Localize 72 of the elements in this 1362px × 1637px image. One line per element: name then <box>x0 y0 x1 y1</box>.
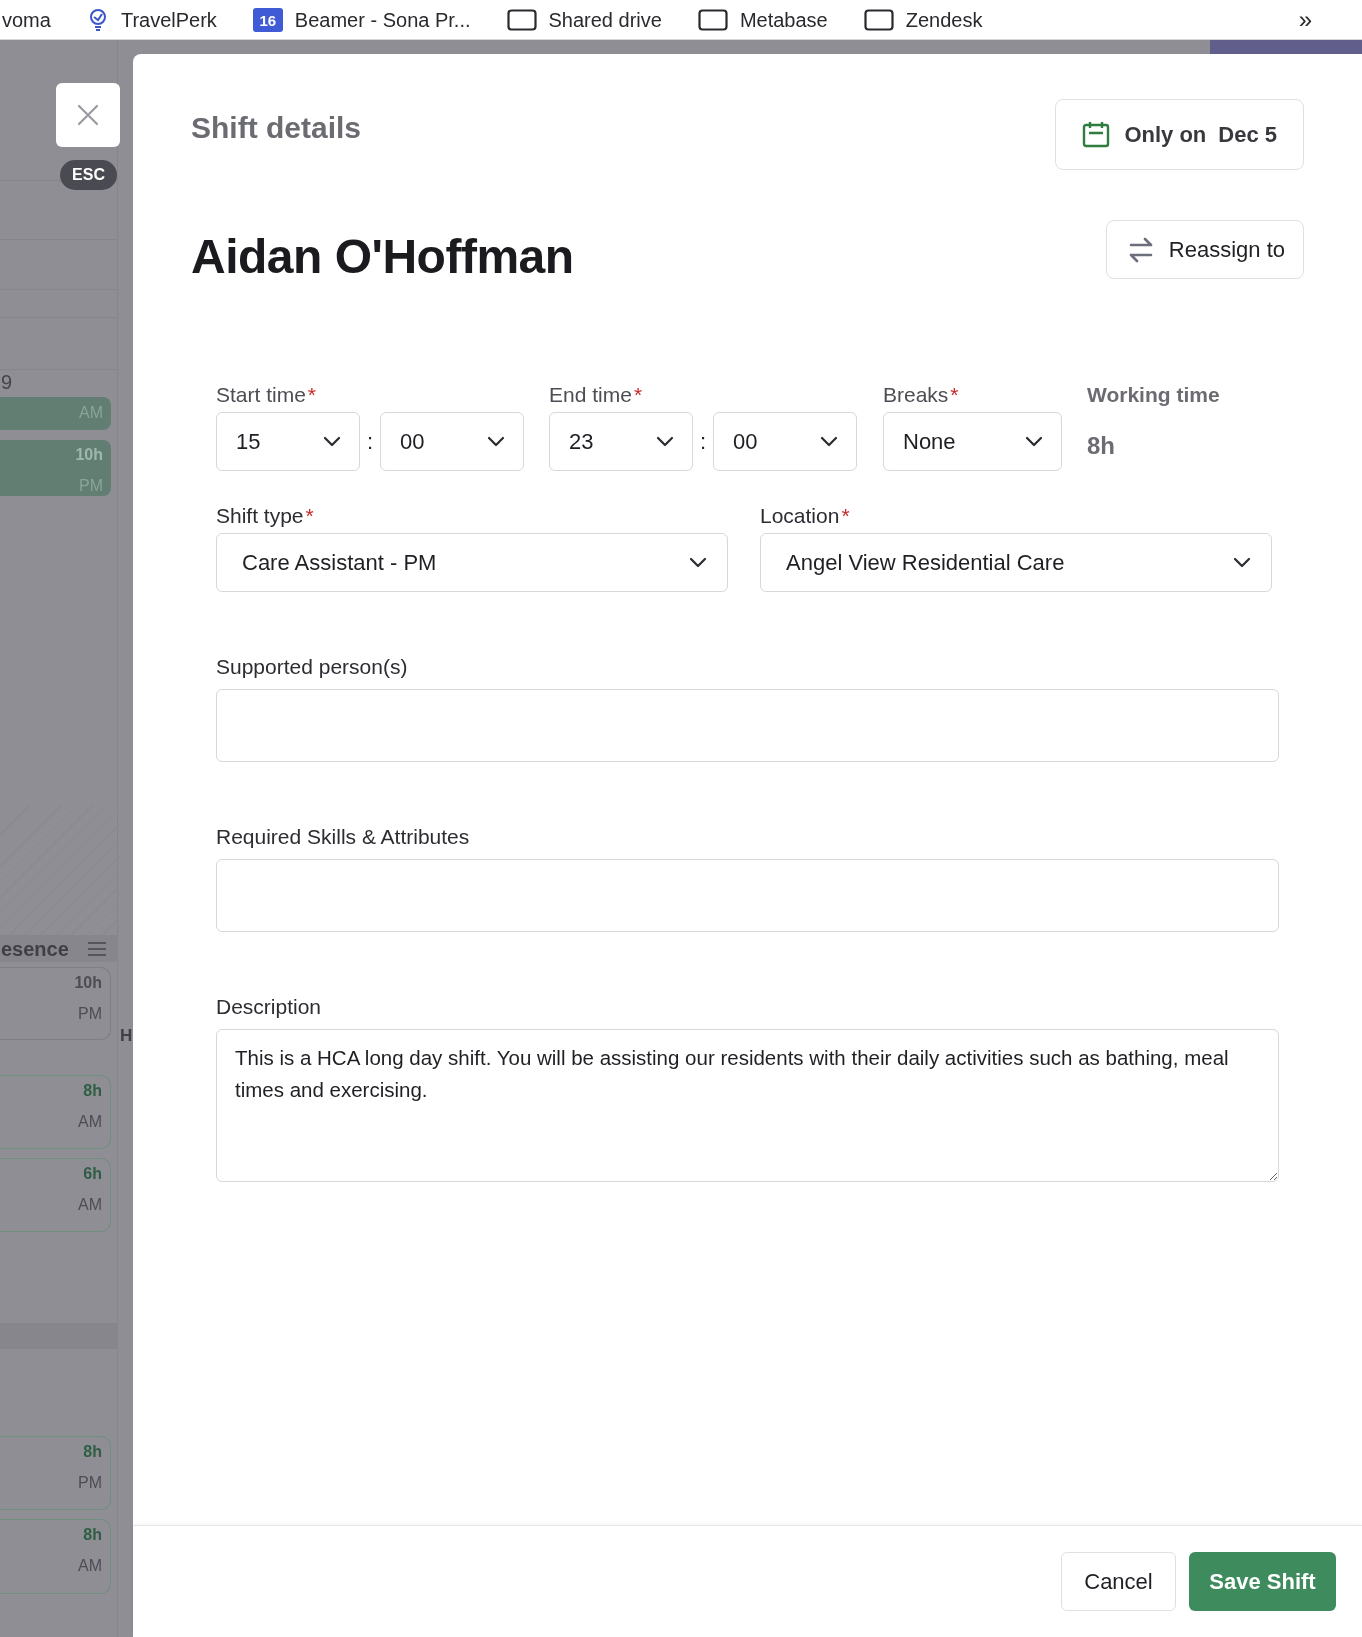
employee-name: Aidan O'Hoffman <box>191 229 574 285</box>
scope-label: Only on <box>1124 121 1207 149</box>
field-label: Breaks <box>883 382 949 406</box>
more-bookmarks-button[interactable]: » <box>1298 1 1312 38</box>
chevron-icon <box>323 435 341 447</box>
field-label: Shift type <box>216 503 304 527</box>
row-number: 9 <box>1 371 13 393</box>
bookmark-label[interactable]: Zendesk <box>905 4 983 35</box>
field-label: Required Skills & Attributes <box>216 824 470 848</box>
shift-hours: 10h <box>74 445 103 465</box>
minute-select[interactable]: 00 <box>713 411 857 471</box>
field-label: Working time <box>1087 382 1220 406</box>
chevron-icon <box>1233 556 1251 568</box>
close-button[interactable] <box>56 83 120 147</box>
shift-hours: 10h <box>73 973 102 993</box>
field-label: Description <box>216 994 322 1018</box>
time-separator: : <box>698 427 708 456</box>
bookmark-label[interactable]: voma <box>2 4 51 35</box>
shift-hours: 6h <box>82 1164 102 1184</box>
chevron-icon <box>656 435 674 447</box>
calendar-icon <box>1082 121 1111 148</box>
required-mark: * <box>307 382 317 406</box>
time-separator: : <box>365 427 375 456</box>
required-mark: * <box>841 503 850 527</box>
cancel-button[interactable]: Cancel <box>1061 1552 1176 1611</box>
hour-select[interactable]: 15 <box>216 411 360 471</box>
folder-icon <box>697 8 728 31</box>
field-label: End time <box>549 382 632 406</box>
reassign-button[interactable]: Reassign to <box>1105 220 1304 279</box>
shift-type-select[interactable]: Care Assistant - PM <box>216 532 728 592</box>
bookmark-label[interactable]: TravelPerk <box>120 4 217 35</box>
field-label: Start time <box>216 382 306 406</box>
hour-select[interactable]: 23 <box>549 411 693 471</box>
bookmark-label[interactable]: Beamer - Sona Pr... <box>294 4 471 35</box>
shift-hours: 8h <box>82 1081 102 1101</box>
close-icon <box>77 104 99 126</box>
description-field[interactable]: This is a HCA long day shift. You will be assisting our residents with their daily activities such as bathing, meal times and exercising. <box>216 1028 1279 1182</box>
chevron-icon <box>820 435 838 447</box>
bookmark-label[interactable]: Shared drive <box>548 4 662 35</box>
minute-select[interactable]: 00 <box>380 411 524 471</box>
bookmark-label[interactable]: Metabase <box>739 4 828 35</box>
shift-period: PM <box>77 1004 102 1024</box>
esc-badge: ESC <box>60 160 117 190</box>
required-mark: * <box>633 382 643 406</box>
calendar-icon: 16 <box>252 7 283 32</box>
chevron-icon <box>689 556 707 568</box>
supported-persons-field[interactable] <box>216 688 1279 762</box>
shift-period: AM <box>77 1556 102 1576</box>
folder-icon <box>863 8 894 31</box>
folder-icon <box>506 8 537 31</box>
shift-hours: 8h <box>82 1525 102 1545</box>
section-heading: esence <box>1 936 69 962</box>
reassign-label: Reassign to <box>1168 236 1285 264</box>
field-label: Supported person(s) <box>216 654 408 678</box>
chevron-icon <box>487 435 505 447</box>
location-select[interactable]: Angel View Residential Care <box>760 532 1272 592</box>
shift-period: AM <box>77 1195 102 1215</box>
shift-period: PM <box>77 1473 102 1493</box>
field-label: Location <box>760 503 840 527</box>
save-shift-button[interactable]: Save Shift <box>1189 1552 1336 1611</box>
panel-title: Shift details <box>191 110 362 146</box>
scope-date: Dec 5 <box>1218 121 1277 149</box>
shift-hours: 8h <box>82 1442 102 1462</box>
shift-period: AM <box>77 1112 102 1132</box>
date-scope-button[interactable]: Only on Dec 5 <box>1055 99 1304 170</box>
breaks-select[interactable]: None <box>883 411 1062 471</box>
menu-icon <box>87 940 107 957</box>
working-time-value: 8h <box>1087 430 1116 461</box>
required-mark: * <box>305 503 314 527</box>
chevron-icon <box>1025 435 1043 447</box>
required-mark: * <box>950 382 959 406</box>
skills-field[interactable] <box>216 858 1279 932</box>
